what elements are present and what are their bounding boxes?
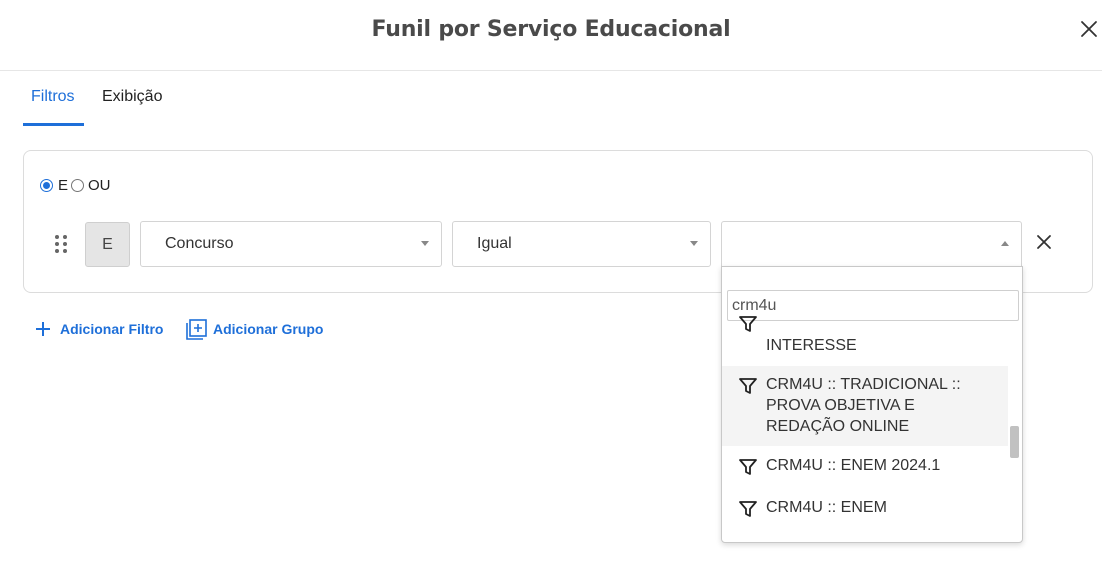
radio-ou-label: OU bbox=[88, 177, 111, 194]
value-dropdown-panel: INTERESSE CRM4U :: TRADICIONAL :: PROVA … bbox=[721, 266, 1023, 543]
tab-filtros[interactable]: Filtros bbox=[31, 88, 75, 106]
field-select[interactable]: Concurso bbox=[140, 221, 442, 267]
modal-title: Funil por Serviço Educacional bbox=[371, 17, 731, 42]
add-group-label: Adicionar Grupo bbox=[213, 321, 324, 337]
dropdown-scrollbar-thumb[interactable] bbox=[1010, 426, 1019, 458]
radio-e[interactable] bbox=[40, 179, 53, 192]
chevron-down-icon bbox=[421, 241, 429, 246]
close-icon[interactable] bbox=[1078, 18, 1100, 40]
chevron-up-icon bbox=[1001, 241, 1009, 246]
radio-e-label: E bbox=[58, 177, 69, 194]
add-filter-button[interactable]: Adicionar Filtro bbox=[35, 319, 165, 339]
plus-icon bbox=[36, 322, 50, 336]
filter-icon bbox=[739, 378, 757, 394]
dropdown-option[interactable]: CRM4U :: TRADICIONAL :: PROVA OBJETIVA E… bbox=[722, 366, 1008, 446]
dropdown-option[interactable]: CRM4U :: ENEM bbox=[722, 489, 1008, 529]
dropdown-option-label: INTERESSE bbox=[766, 337, 857, 354]
row-connector-badge[interactable]: E bbox=[85, 222, 130, 267]
dropdown-option[interactable]: CRM4U :: ENEM 2024.1 bbox=[722, 447, 1008, 487]
operator-select[interactable]: Igual bbox=[452, 221, 711, 267]
dropdown-option-label: CRM4U :: TRADICIONAL :: PROVA OBJETIVA E… bbox=[766, 376, 961, 435]
filter-icon bbox=[739, 501, 757, 517]
filter-icon bbox=[739, 459, 757, 475]
active-tab-indicator bbox=[23, 123, 84, 126]
value-select[interactable] bbox=[721, 221, 1022, 267]
tab-exibicao[interactable]: Exibição bbox=[102, 88, 162, 106]
operator-select-value: Igual bbox=[477, 235, 512, 252]
field-select-value: Concurso bbox=[165, 235, 234, 252]
remove-filter-icon[interactable] bbox=[1035, 233, 1053, 251]
dropdown-option-label: CRM4U :: ENEM bbox=[766, 499, 887, 516]
chevron-down-icon bbox=[690, 241, 698, 246]
dropdown-option-label: CRM4U :: ENEM 2024.1 bbox=[766, 457, 941, 474]
drag-handle-icon[interactable] bbox=[55, 235, 69, 255]
filter-icon bbox=[739, 316, 757, 332]
add-group-button[interactable]: Adicionar Grupo bbox=[186, 319, 326, 340]
modal-header: Funil por Serviço Educacional bbox=[0, 0, 1102, 71]
add-group-icon bbox=[186, 319, 207, 340]
dropdown-option[interactable]: INTERESSE bbox=[722, 316, 1008, 365]
add-filter-label: Adicionar Filtro bbox=[60, 321, 164, 337]
dropdown-search-input[interactable] bbox=[727, 290, 1019, 321]
radio-ou[interactable] bbox=[71, 179, 84, 192]
